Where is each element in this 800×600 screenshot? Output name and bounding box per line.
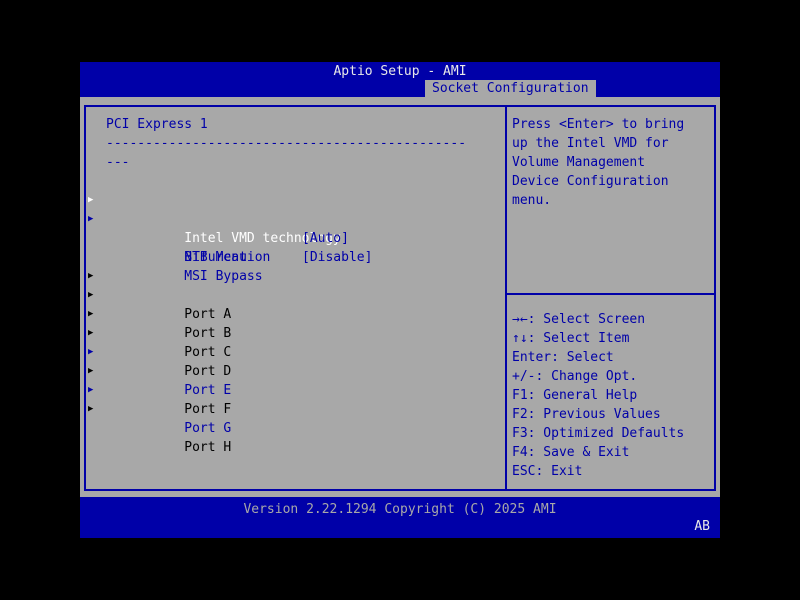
menu-item-msi-bypass[interactable]: MSI Bypass [Disable] (106, 248, 501, 267)
menu-item-intel-vmd-technology[interactable]: ▶ Intel VMD technology (106, 191, 501, 210)
submenu-arrow-icon: ▶ (88, 381, 102, 400)
help-panel: Press <Enter> to bring up the Intel VMD … (512, 115, 712, 210)
help-separator-line (507, 293, 716, 295)
footer-bar: Version 2.22.1294 Copyright (C) 2025 AMI… (80, 497, 720, 538)
footer-badge: AB (694, 520, 710, 534)
submenu-arrow-icon: ▶ (88, 267, 102, 286)
menu-item-value[interactable]: [Auto] (302, 229, 349, 248)
hotkey-enter-select: Enter: Select (512, 348, 714, 367)
submenu-arrow-icon: ▶ (88, 286, 102, 305)
help-text-line: Device Configuration (512, 172, 712, 191)
hotkey-f1-general-help: F1: General Help (512, 386, 714, 405)
panel-divider (505, 105, 507, 491)
header-bar: Aptio Setup - AMI Socket Configuration (80, 62, 720, 97)
menu-separator-line-2: --- (106, 153, 501, 172)
submenu-arrow-icon: ▶ (88, 362, 102, 381)
menu-item-ntb-menu[interactable]: ▶ NTB Menu (106, 210, 501, 229)
menu-item-port-a[interactable]: ▶ Port A (106, 267, 501, 286)
submenu-arrow-icon: ▶ (88, 400, 102, 419)
menu-item-port-e[interactable]: ▶ Port E (106, 343, 501, 362)
menu-item-label: Port H (184, 440, 231, 455)
main-area: PCI Express 1 --------------------------… (80, 97, 720, 497)
tab-socket-configuration[interactable]: Socket Configuration (425, 80, 596, 97)
submenu-arrow-icon: ▶ (88, 305, 102, 324)
version-text: Version 2.22.1294 Copyright (C) 2025 AMI (80, 497, 720, 518)
submenu-arrow-icon: ▶ (88, 191, 102, 210)
menu-item-port-c[interactable]: ▶ Port C (106, 305, 501, 324)
submenu-arrow-icon: ▶ (88, 343, 102, 362)
submenu-arrow-icon: ▶ (88, 210, 102, 229)
menu-item-port-h[interactable]: ▶ Port H (106, 400, 501, 419)
menu-item-port-d[interactable]: ▶ Port D (106, 324, 501, 343)
menu-separator-line-1: ----------------------------------------… (106, 134, 501, 153)
menu-heading: PCI Express 1 (106, 115, 501, 134)
hotkey-select-screen: →←: Select Screen (512, 310, 714, 329)
help-text-line: menu. (512, 191, 712, 210)
page-title: Aptio Setup - AMI (80, 62, 720, 80)
hotkey-f3-optimized-defaults: F3: Optimized Defaults (512, 424, 714, 443)
help-text-line: Volume Management (512, 153, 712, 172)
hotkey-change-opt: +/-: Change Opt. (512, 367, 714, 386)
menu-item-port-b[interactable]: ▶ Port B (106, 286, 501, 305)
hotkey-f4-save-exit: F4: Save & Exit (512, 443, 714, 462)
bios-screen: Aptio Setup - AMI Socket Configuration P… (0, 0, 800, 600)
menu-item-port-g[interactable]: ▶ Port G (106, 381, 501, 400)
menu-item-value[interactable]: [Disable] (302, 248, 372, 267)
help-text-line: Press <Enter> to bring (512, 115, 712, 134)
bios-setup-window: Aptio Setup - AMI Socket Configuration P… (80, 62, 720, 538)
hotkey-f2-previous-values: F2: Previous Values (512, 405, 714, 424)
hotkey-esc-exit: ESC: Exit (512, 462, 714, 481)
submenu-arrow-icon: ▶ (88, 324, 102, 343)
menu-panel: PCI Express 1 --------------------------… (106, 115, 501, 419)
menu-item-label: Port G (184, 421, 231, 436)
hotkey-legend: →←: Select Screen ↑↓: Select Item Enter:… (512, 310, 714, 481)
help-text-line: up the Intel VMD for (512, 134, 712, 153)
menu-item-port-f[interactable]: ▶ Port F (106, 362, 501, 381)
menu-item-bifurcation[interactable]: Bifurcation [Auto] (106, 229, 501, 248)
spacer (106, 172, 501, 191)
hotkey-select-item: ↑↓: Select Item (512, 329, 714, 348)
